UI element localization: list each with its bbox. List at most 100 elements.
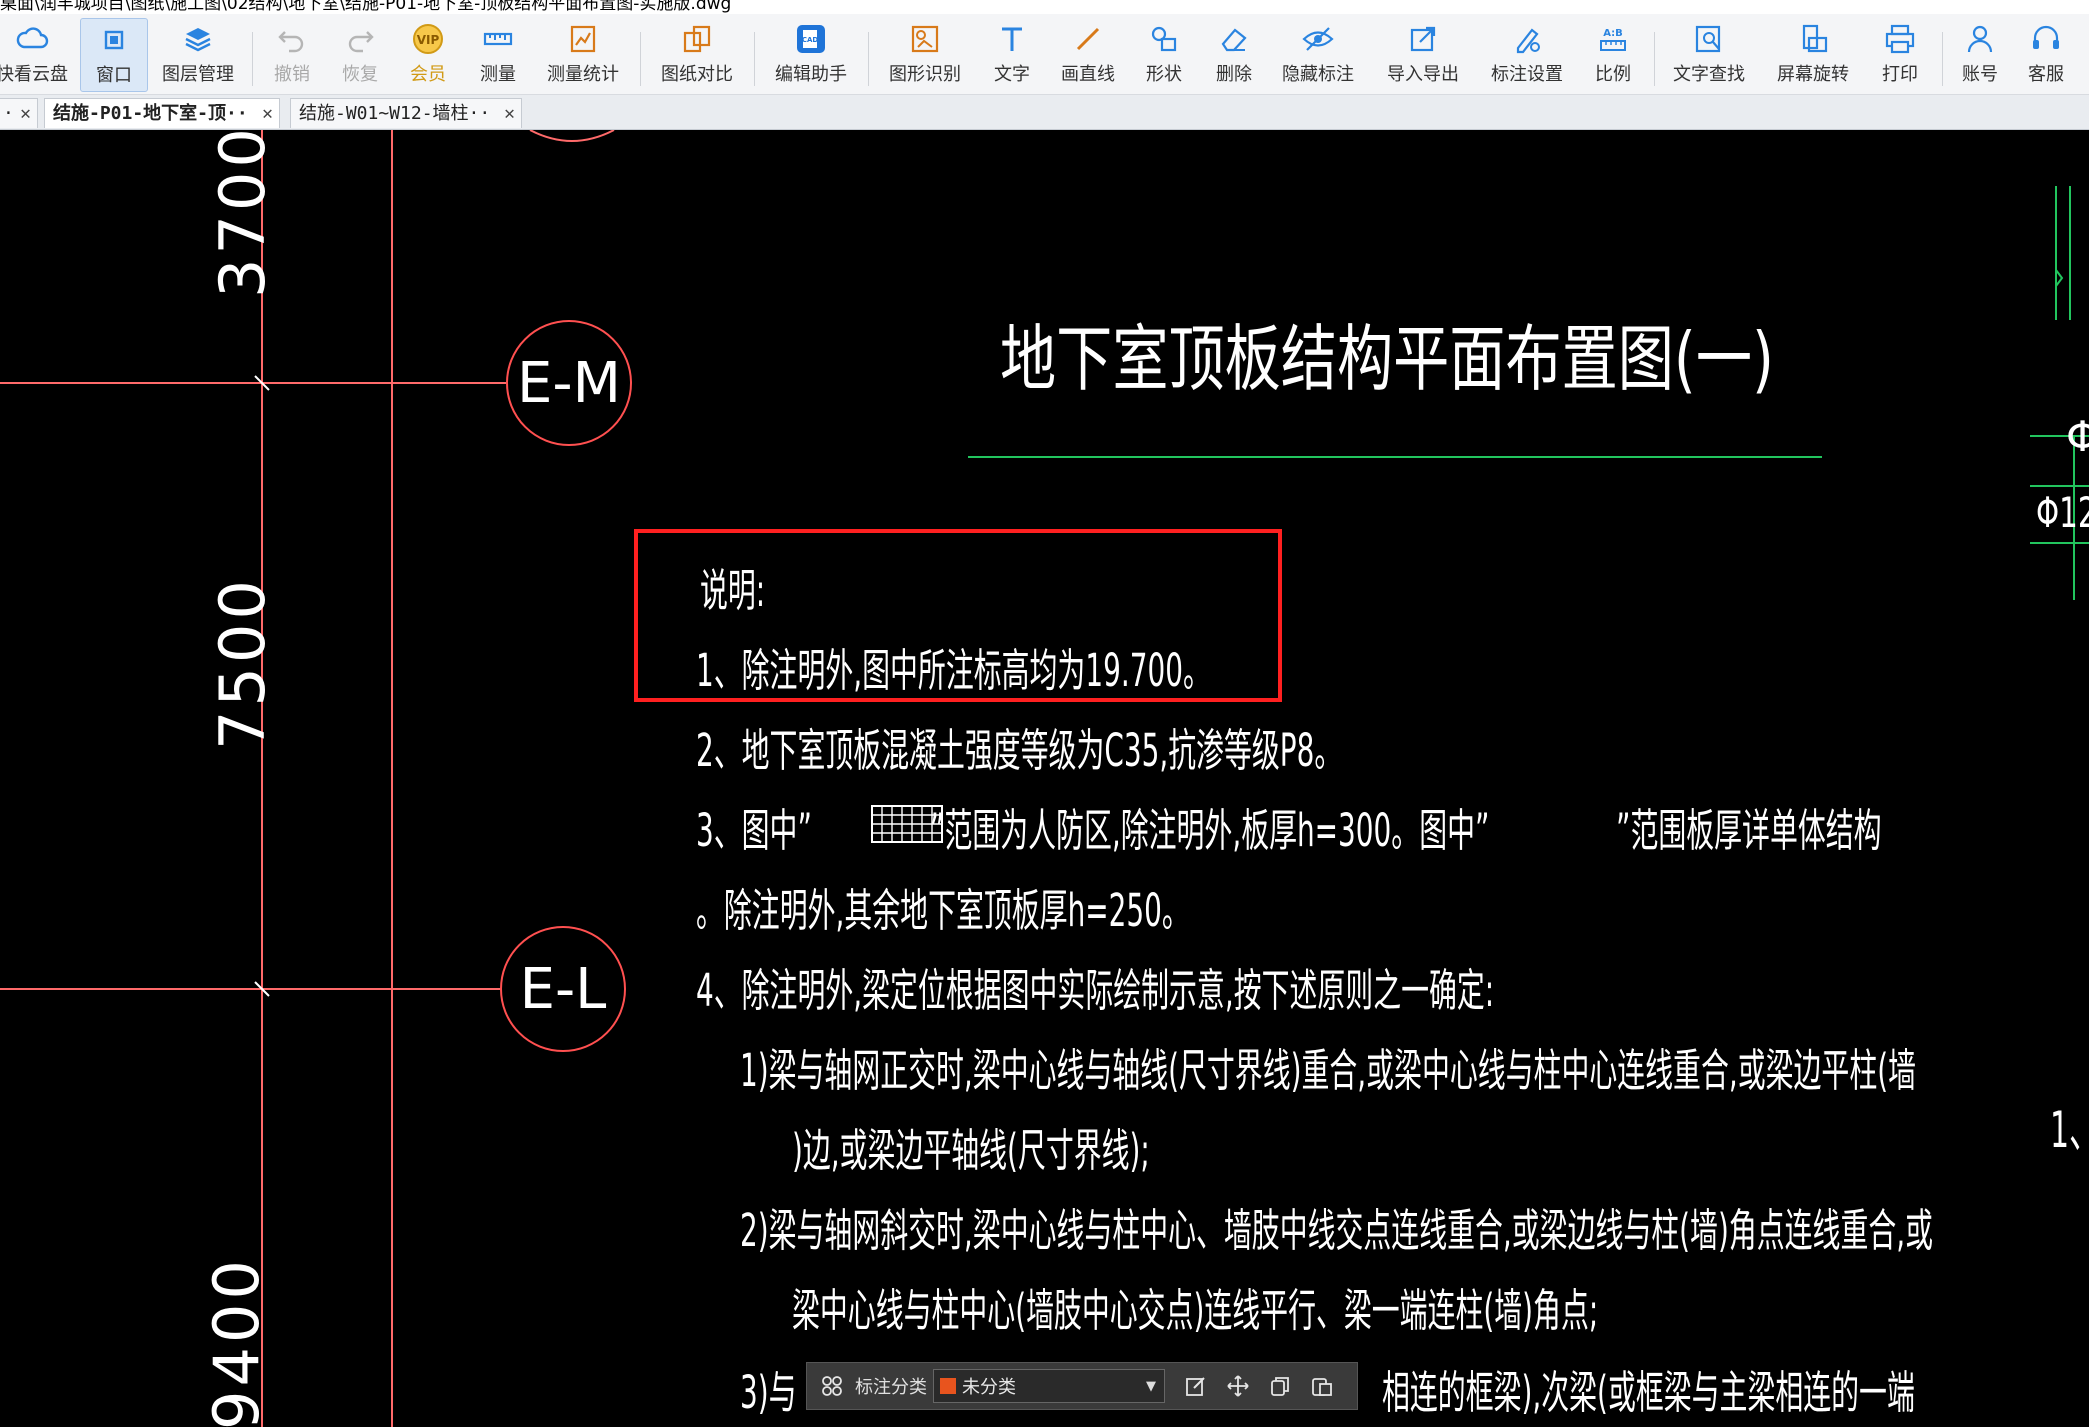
close-icon[interactable]: ✕ [504,99,515,128]
toolbar-divider [252,32,253,86]
text-search-label: 文字查找 [1673,64,1745,85]
measure-stats-label: 测量统计 [547,64,619,85]
customer-service-button[interactable]: 客服 [2016,18,2076,90]
paste-icon[interactable] [1305,1369,1339,1403]
import-export-button[interactable]: 导入导出 [1380,18,1466,90]
undo-label: 撤销 [274,64,310,85]
edit-icon[interactable] [1179,1369,1213,1403]
measure-button[interactable]: 测量 [468,18,528,90]
note-4-1-continued: )边,或梁边平轴线(尺寸界线); [792,1124,1150,1177]
axis-bubble-e-m[interactable]: E-M [506,320,632,446]
annotation-settings-label: 标注设置 [1491,64,1563,85]
grid-apps-icon[interactable] [815,1369,849,1403]
close-icon[interactable]: ✕ [262,99,273,128]
svg-text:VIP: VIP [417,33,440,47]
axis-bubble-e-l[interactable]: E-L [500,926,626,1052]
account-label: 账号 [1962,64,1998,85]
rotate-screen-button[interactable]: 屏幕旋转 [1770,18,1856,90]
import-export-label: 导入导出 [1387,64,1459,85]
cloud-drive-button[interactable]: 快看云盘 [0,18,68,90]
print-label: 打印 [1882,64,1918,85]
window-title: 桌面\润丰城项目\图纸\施工图\02结构\地下室\结施-P01-地下室-顶板结构… [0,0,732,14]
redo-icon [348,31,374,53]
window-label: 窗口 [96,65,132,86]
annotation-settings-icon [1516,28,1540,54]
annotation-category-label: 标注分类 [855,1377,927,1398]
move-icon[interactable] [1221,1369,1255,1403]
tab-p01-roof-slab[interactable]: 结施-P01-地下室-顶·· ✕ [44,98,280,128]
redo-button[interactable]: 恢复 [332,18,388,90]
text-search-button[interactable]: 文字查找 [1666,18,1752,90]
headset-icon [2033,25,2059,49]
import-export-icon [1410,26,1436,52]
hide-annotations-button[interactable]: 隐藏标注 [1276,18,1360,90]
dimension-text: 3700 [206,130,279,298]
layer-manage-button[interactable]: 图层管理 [156,18,240,90]
vip-button[interactable]: VIP 会员 [400,18,456,90]
note-4-3-start: 3)与 [740,1366,797,1419]
annotation-settings-button[interactable]: 标注设置 [1484,18,1570,90]
measure-stats-button[interactable]: 测量统计 [540,18,626,90]
drawing-compare-button[interactable]: 图纸对比 [654,18,740,90]
main-toolbar: 快看云盘 窗口 图层管理 撤销 恢复 VIP 会员 测量 测量统计 图纸对比 C… [0,14,2089,95]
account-button[interactable]: 账号 [1950,18,2010,90]
drawing-title: 地下室顶板结构平面布置图(一) [1000,317,1774,401]
svg-text:A:B: A:B [1603,28,1623,39]
note-4: 4、除注明外,梁定位根据图中实际绘制示意,按下述原则之一确定: [696,964,1495,1017]
edit-assistant-button[interactable]: CAD 编辑助手 [768,18,854,90]
note-3-start: 3、图中” [696,804,812,857]
edit-assistant-icon: CAD [797,25,825,53]
copy-icon[interactable] [1263,1369,1297,1403]
chevron-down-icon: ▼ [1146,1378,1156,1394]
draw-line-button[interactable]: 画直线 [1054,18,1122,90]
shape-icon [1151,26,1177,52]
tab-label: 结施-W01~W12-墙柱·· [299,103,491,124]
shape-label: 形状 [1146,64,1182,85]
window-icon [104,30,124,50]
window-button[interactable]: 窗口 [80,18,148,92]
edge-text: 1、 [2050,1101,2089,1159]
tab-previous-document[interactable]: · ✕ [0,98,38,128]
rotate-screen-label: 屏幕旋转 [1777,64,1849,85]
delete-label: 删除 [1216,64,1252,85]
measure-label: 测量 [480,64,516,85]
delete-button[interactable]: 删除 [1204,18,1264,90]
print-button[interactable]: 打印 [1870,18,1930,90]
note-3-middle: ”范围为人防区,除注明外,板厚h=300。图中” [930,804,1490,857]
toolbar-divider [1942,32,1943,86]
cloud-drive-label: 快看云盘 [0,64,68,85]
scale-button[interactable]: A:B 比例 [1584,18,1642,90]
toolbar-divider [1654,32,1655,86]
note-4-3-end: 相连的框梁),次梁(或框梁与主梁相连的一端 [1382,1366,1915,1419]
drawing-compare-label: 图纸对比 [661,64,733,85]
notes-heading: 说明: [700,564,766,617]
undo-button[interactable]: 撤销 [264,18,320,90]
shape-recognize-icon [911,25,939,53]
drawing-canvas[interactable]: 3700 7500 9400 E-M E-L 地下室顶板结构平面布置图(一) 说… [0,130,2089,1427]
cloud-icon [16,27,49,49]
edit-assistant-label: 编辑助手 [775,64,847,85]
vip-icon: VIP [413,24,443,54]
annotation-floating-bar: 标注分类 未分类 ▼ [806,1362,1358,1410]
tab-label: · [3,103,14,124]
shape-recognize-button[interactable]: 图形识别 [882,18,968,90]
tab-w01-wall-column[interactable]: 结施-W01~W12-墙柱·· ✕ [290,98,522,128]
annotation-category-select[interactable]: 未分类 ▼ [933,1369,1165,1403]
toolbar-divider [640,32,641,86]
text-button[interactable]: 文字 [982,18,1042,90]
shape-button[interactable]: 形状 [1134,18,1194,90]
annotation-category-value: 未分类 [962,1377,1016,1398]
shape-recognize-label: 图形识别 [889,64,961,85]
undo-icon [278,31,304,53]
note-4-2: 2)梁与轴网斜交时,梁中心线与柱中心、墙肢中线交点连线重合,或梁边线与柱(墙)角… [740,1204,1934,1257]
hide-annotations-label: 隐藏标注 [1282,64,1354,85]
note-1: 1、除注明外,图中所注标高均为19.700。 [696,644,1211,697]
close-icon[interactable]: ✕ [20,99,31,128]
scale-icon: A:B [1600,28,1626,51]
document-tab-bar: · ✕ 结施-P01-地下室-顶·· ✕ 结施-W01~W12-墙柱·· ✕ [0,95,2089,130]
account-icon [1967,25,1993,53]
compare-icon [683,25,711,53]
layers-icon [185,28,211,52]
rotate-screen-icon [1802,24,1828,53]
note-3-continued: 。除注明外,其余地下室顶板厚h=250。 [696,884,1190,937]
